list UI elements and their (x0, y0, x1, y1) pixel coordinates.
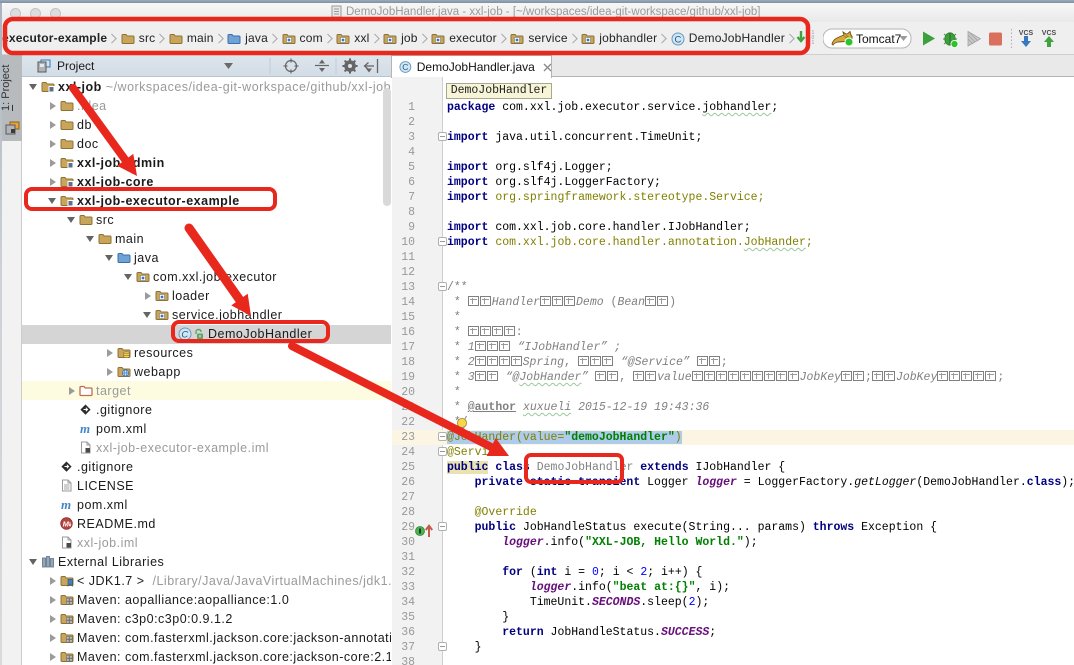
svg-text:VCS: VCS (1019, 30, 1034, 37)
svg-text:Tomcat7: Tomcat7 (856, 32, 902, 46)
svg-text:VCS: VCS (1042, 30, 1057, 37)
